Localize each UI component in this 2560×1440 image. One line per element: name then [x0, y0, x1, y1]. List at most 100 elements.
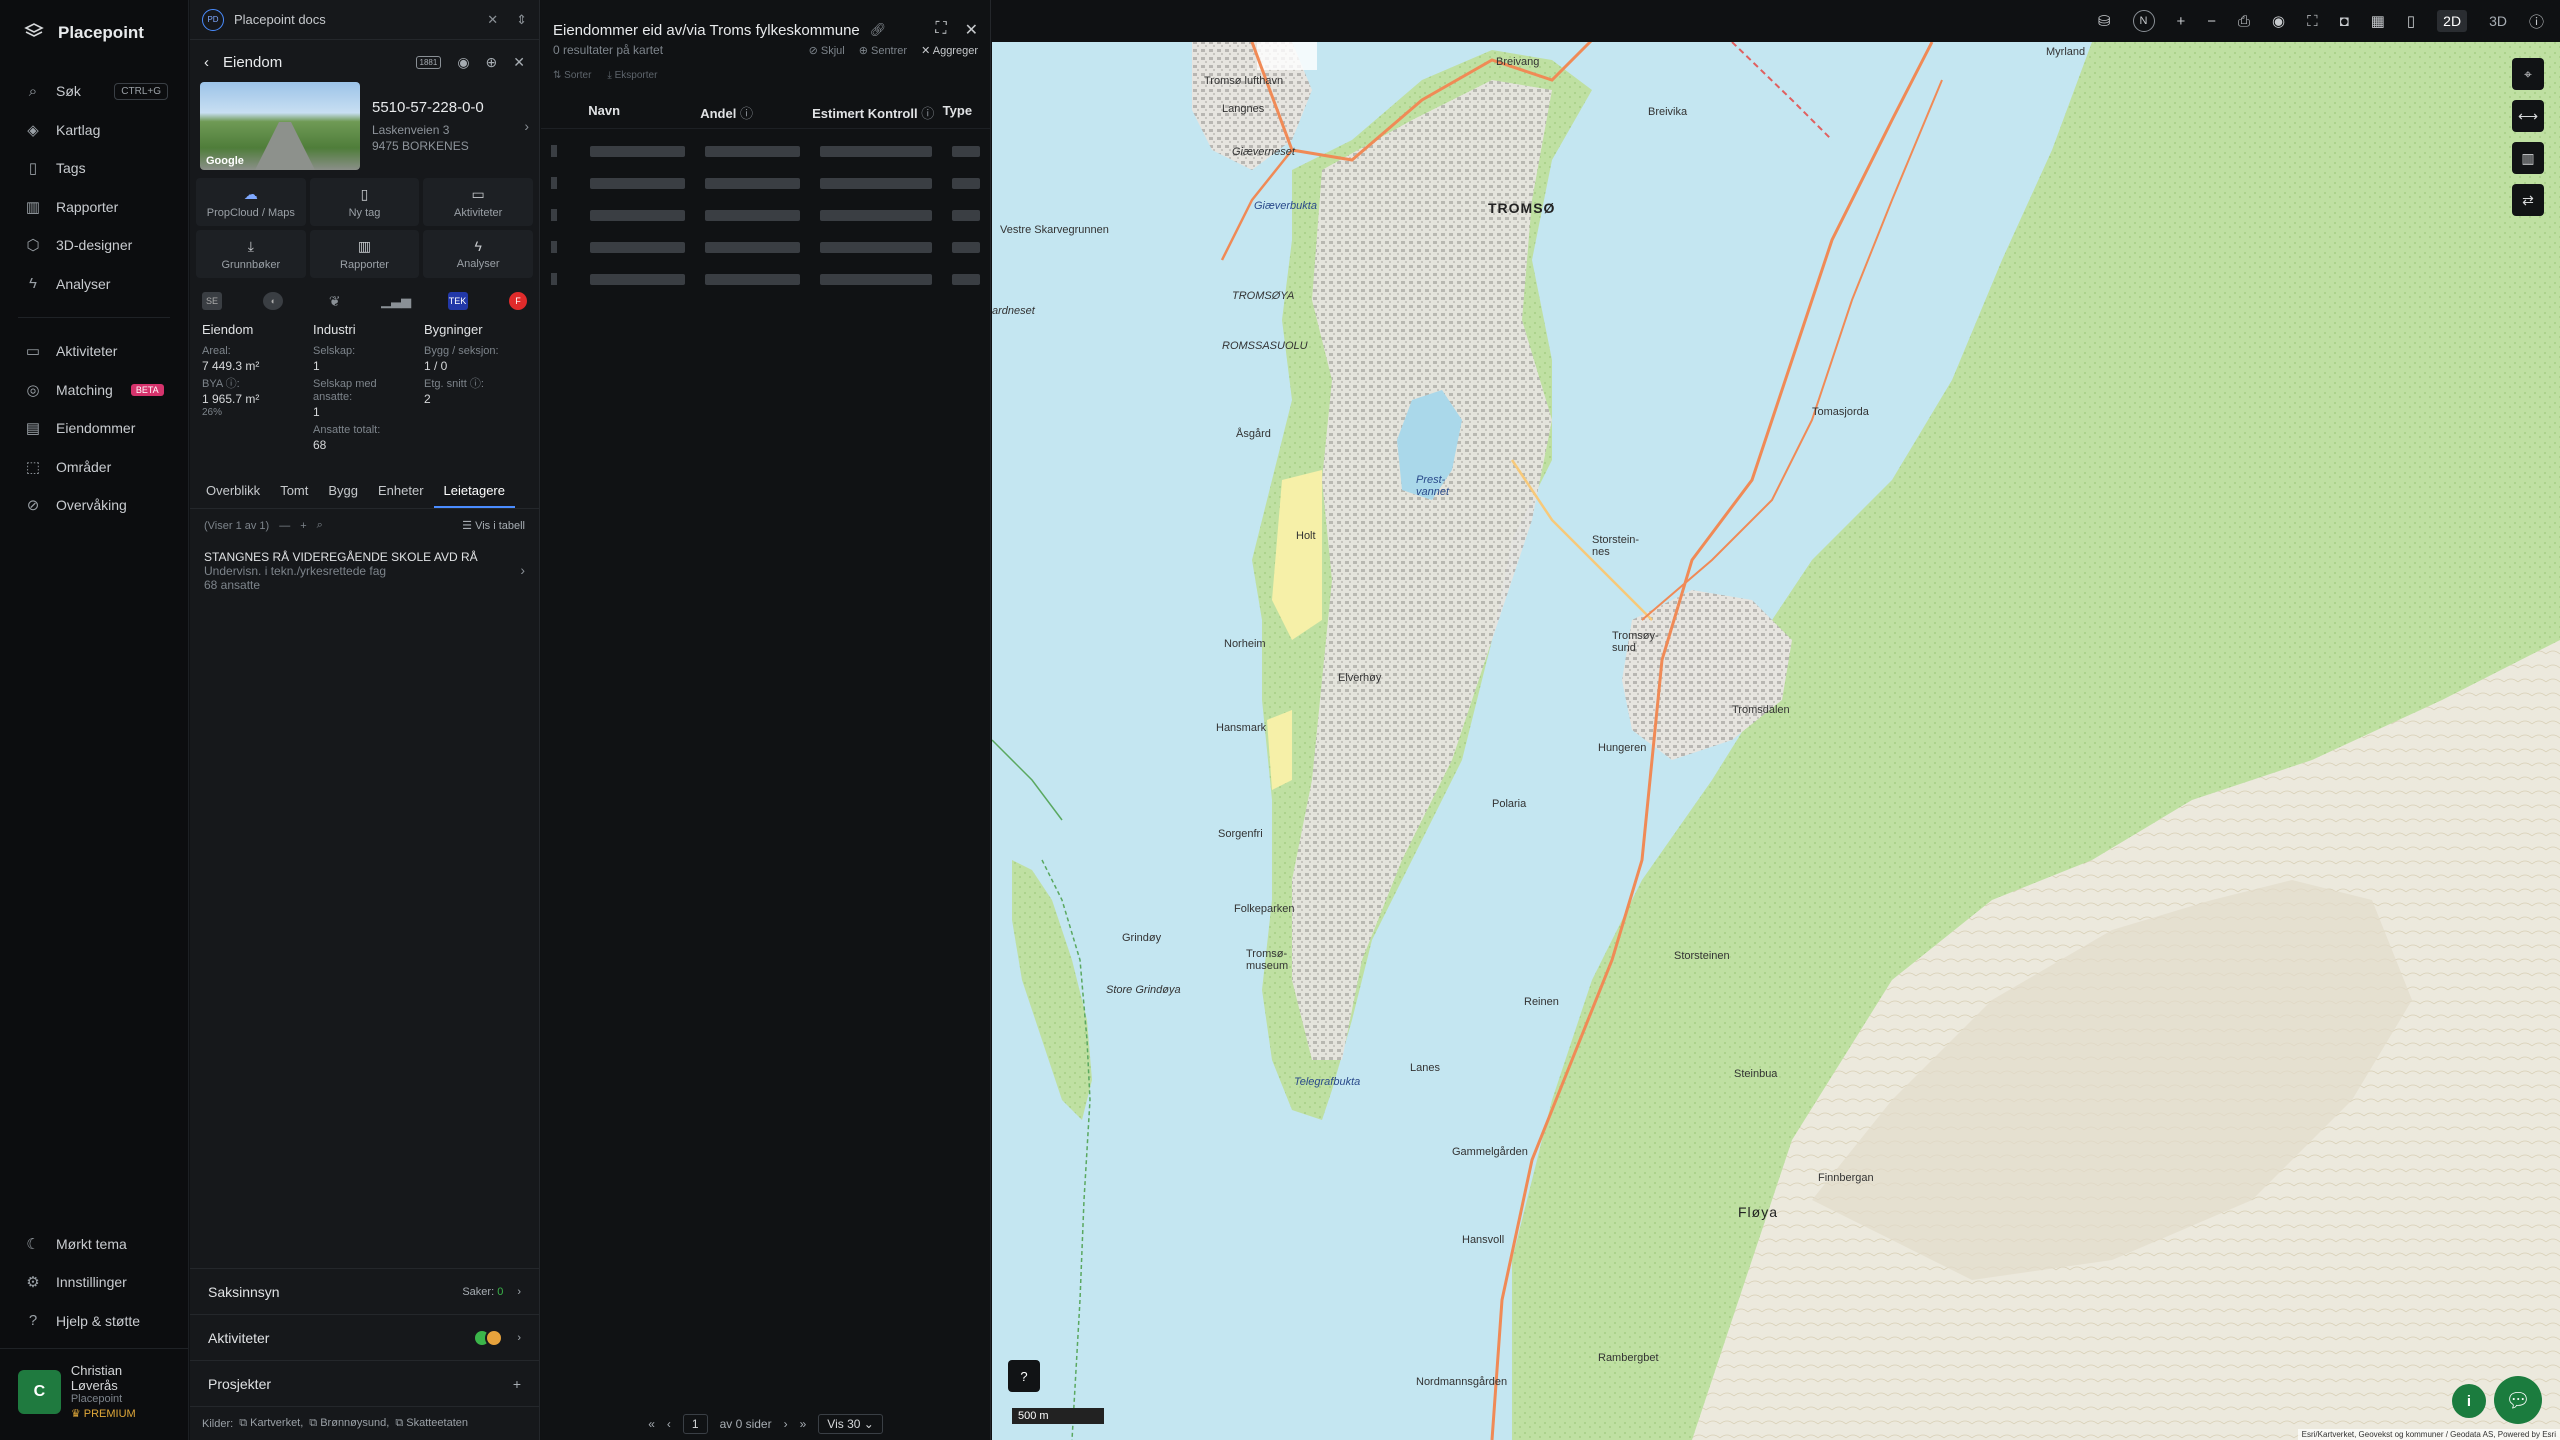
- docs-bar[interactable]: PD Placepoint docs ✕ ⇕: [190, 0, 539, 40]
- view-3d-button[interactable]: 3D: [2489, 13, 2507, 29]
- zoom-out-icon[interactable]: −: [2207, 13, 2216, 30]
- tab-leietagere[interactable]: Leietagere: [433, 475, 515, 508]
- analyses-button[interactable]: ϟ Analyser: [423, 230, 533, 278]
- nav-item-tags[interactable]: ▯ Tags: [0, 149, 188, 188]
- list-item[interactable]: STANGNES RÅ VIDEREGÅENDE SKOLE AVD RÅ Un…: [190, 542, 539, 600]
- column-navn[interactable]: Navn: [588, 103, 700, 122]
- nav-item-3d-designer[interactable]: ⬡ 3D-designer: [0, 226, 188, 265]
- property-card[interactable]: Google 5510-57-228-0-0 Laskenveien 3 947…: [190, 82, 539, 174]
- close-icon[interactable]: ✕: [487, 12, 498, 28]
- page-input[interactable]: 1: [682, 1414, 708, 1434]
- last-page-icon[interactable]: »: [800, 1417, 807, 1431]
- map-label: Tomasjorda: [1812, 406, 1869, 418]
- map-view[interactable]: ⌖ ⟷ ▥ ⇄ TROMSØ TROMSØYA ROMSSASUOLU Trom…: [992, 0, 2560, 1440]
- se-source-icon[interactable]: SE: [202, 292, 222, 310]
- tab-enheter[interactable]: Enheter: [368, 475, 434, 508]
- aktiviteter-row[interactable]: Aktiviteter ›: [190, 1314, 539, 1360]
- chevron-right-icon[interactable]: ›: [524, 118, 529, 134]
- nav-item-matching[interactable]: ◎ Matching BETA: [0, 371, 188, 410]
- center-button[interactable]: ⊕ Sentrer: [859, 44, 907, 57]
- nav-item-help[interactable]: ? Hjelp & støtte: [0, 1302, 188, 1341]
- nav-item-aktiviteter[interactable]: ▭ Aktiviteter: [0, 332, 188, 371]
- chat-button[interactable]: 💬︎: [2494, 1376, 2542, 1424]
- stat-label: BYA ⓘ:: [202, 378, 240, 390]
- close-icon[interactable]: ✕: [965, 20, 978, 40]
- grid-icon[interactable]: ▦: [2371, 12, 2385, 30]
- globe-source-icon[interactable]: ◐: [263, 292, 284, 310]
- tab-tomt[interactable]: Tomt: [270, 475, 318, 508]
- compass-north-icon[interactable]: N: [2132, 10, 2155, 32]
- propcloud-button[interactable]: ☁ PropCloud / Maps: [196, 178, 306, 226]
- fullscreen-icon[interactable]: ⛶: [935, 20, 946, 40]
- nav-item-dark-theme[interactable]: ☾ Mørkt tema: [0, 1225, 188, 1264]
- hide-button[interactable]: ⊘ Skjul: [809, 44, 845, 57]
- view-table-link[interactable]: ☰ Vis i tabell: [462, 519, 525, 532]
- reports-button[interactable]: ▥ Rapporter: [309, 230, 420, 278]
- column-andel[interactable]: Andel ⓘ: [700, 103, 812, 122]
- print-icon[interactable]: ⎙: [2238, 13, 2250, 30]
- map-canvas[interactable]: [992, 0, 2560, 1440]
- user-profile[interactable]: C Christian Løverås Placepoint ♛ PREMIUM: [0, 1348, 188, 1440]
- compare-icon[interactable]: ⇄: [2512, 184, 2544, 216]
- crosshair-icon[interactable]: ⊕: [486, 54, 498, 71]
- nav-item-omrader[interactable]: ⬚ Områder: [0, 448, 188, 487]
- tab-overblikk[interactable]: Overblikk: [196, 475, 270, 508]
- info-button[interactable]: i: [2452, 1384, 2486, 1418]
- link-icon[interactable]: 🔗︎: [870, 22, 887, 38]
- source-link[interactable]: ⧉ Brønnøysund,: [309, 1417, 389, 1430]
- chart-icon[interactable]: ▥: [2512, 142, 2544, 174]
- chart-source-icon[interactable]: ▁▃▅: [381, 292, 411, 310]
- aggregate-button[interactable]: ✕ Aggreger: [921, 44, 978, 57]
- info-icon[interactable]: ⓘ: [2529, 11, 2544, 32]
- eye-icon[interactable]: ◉: [457, 54, 469, 71]
- prosjekter-row[interactable]: Prosjekter +: [190, 1360, 539, 1406]
- measure-icon[interactable]: ⟷: [2512, 100, 2544, 132]
- land-registry-button[interactable]: ⤓ Grunnbøker: [196, 230, 306, 278]
- nav-item-eiendommer[interactable]: ▤ Eiendommer: [0, 409, 188, 448]
- column-estimert-kontroll[interactable]: Estimert Kontroll ⓘ: [812, 103, 943, 122]
- fullscreen-icon[interactable]: ⛶: [2307, 13, 2318, 30]
- plant-source-icon[interactable]: ❦: [325, 292, 345, 310]
- brand[interactable]: Placepoint: [0, 0, 188, 66]
- nav-item-settings[interactable]: ⚙ Innstillinger: [0, 1263, 188, 1302]
- search-icon[interactable]: ⌕: [317, 519, 323, 532]
- next-page-icon[interactable]: ›: [784, 1417, 788, 1431]
- page-size-select[interactable]: Vis 30 ⌄: [818, 1414, 883, 1434]
- nav-item-kartlag[interactable]: ◈ Kartlag: [0, 111, 188, 150]
- tab-bygg[interactable]: Bygg: [318, 475, 368, 508]
- results-title: Eiendommer eid av/via Troms fylkeskommun…: [553, 21, 860, 39]
- saksinnsyn-row[interactable]: Saksinnsyn Saker: 0 ›: [190, 1268, 539, 1314]
- sort-button[interactable]: ⇅ Sorter: [553, 70, 591, 81]
- source-link[interactable]: ⧉ Skatteetaten: [395, 1417, 468, 1430]
- layers-stack-icon[interactable]: ⛁: [2098, 12, 2111, 30]
- help-button[interactable]: ?: [1008, 1360, 1040, 1392]
- add-icon[interactable]: +: [300, 520, 306, 532]
- export-button[interactable]: ⤓ Eksporter: [607, 70, 657, 81]
- add-icon[interactable]: +: [513, 1376, 521, 1392]
- activities-button[interactable]: ▭ Aktiviteter: [423, 178, 533, 226]
- source-link[interactable]: ⧉ Kartverket,: [239, 1417, 303, 1430]
- street-view-photo[interactable]: Google: [200, 82, 360, 170]
- f-source-icon[interactable]: F: [508, 292, 527, 310]
- bookmark-icon: ▯: [360, 185, 369, 202]
- eye-icon[interactable]: ◉: [2272, 12, 2285, 30]
- first-page-icon[interactable]: «: [648, 1417, 655, 1431]
- camera-icon[interactable]: ◘: [2340, 13, 2349, 30]
- nav-item-sok[interactable]: ⌕ Søk CTRL+G: [0, 72, 188, 111]
- collapse-icon[interactable]: —: [279, 520, 290, 532]
- zoom-in-icon[interactable]: +: [2177, 13, 2186, 30]
- close-icon[interactable]: ✕: [513, 54, 525, 71]
- view-2d-button[interactable]: 2D: [2437, 10, 2468, 32]
- new-tag-button[interactable]: ▯ Ny tag: [309, 178, 420, 226]
- expand-icon[interactable]: ⇕: [516, 12, 527, 28]
- tek-source-icon[interactable]: TEK: [447, 292, 468, 310]
- locate-icon[interactable]: ⌖: [2512, 58, 2544, 90]
- back-icon[interactable]: ‹: [204, 54, 209, 71]
- nav-item-rapporter[interactable]: ▥ Rapporter: [0, 188, 188, 227]
- nav-item-analyser[interactable]: ϟ Analyser: [0, 265, 188, 304]
- nav-item-overvaking[interactable]: ⊘ Overvåking: [0, 486, 188, 525]
- column-type[interactable]: Type: [943, 103, 980, 122]
- prev-page-icon[interactable]: ‹: [667, 1417, 671, 1431]
- bookmark-icon[interactable]: ▯: [2407, 12, 2415, 30]
- tag-1881-badge[interactable]: 1881: [415, 55, 442, 69]
